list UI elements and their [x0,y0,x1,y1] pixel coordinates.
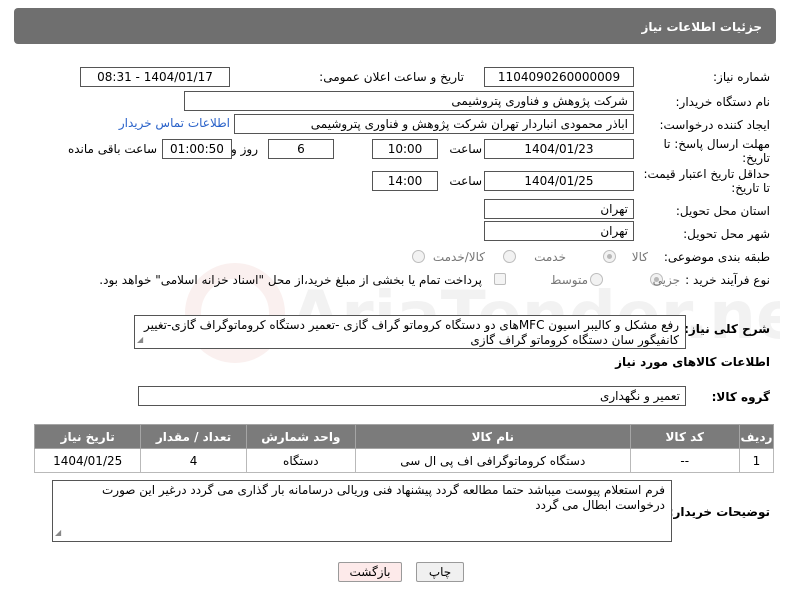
category-radio-goods[interactable] [603,250,616,263]
buyer-org-label: نام دستگاه خریدار: [675,95,771,109]
treasury-payment-note: پرداخت تمام یا بخشی از مبلغ خرید،از محل … [99,273,482,287]
price-validity-date-field: 1404/01/25 [484,171,634,191]
cell-name: دستگاه کروماتوگرافی اف پی ال سی [355,448,631,473]
description-label: شرح کلی نیاز: [684,322,770,336]
announce-date-label: تاریخ و ساعت اعلان عمومی: [319,70,464,84]
col-unit: واحد شمارش [245,424,357,449]
category-radio-both[interactable] [412,250,425,263]
cell-row: 1 [738,448,775,473]
purchase-option-medium: متوسط [550,273,588,287]
announce-date-field: 1404/01/17 - 08:31 [80,67,230,87]
reply-deadline-label-2: تاریخ: [742,151,770,165]
delivery-city-label: شهر محل تحویل: [683,227,770,241]
col-quantity: تعداد / مقدار [140,424,247,449]
category-option-service: خدمت [534,250,566,264]
buyer-notes-label: توضیحات خریدار: [668,505,770,519]
reply-time-label: ساعت [449,142,482,156]
col-need-date: تاریخ نیاز [33,424,142,449]
description-textarea: رفع مشکل و کالیبر اسیون MFCهای دو دستگاه… [134,315,686,349]
price-validity-time-field: 14:00 [372,171,438,191]
remaining-time-field: 01:00:50 [162,139,232,159]
need-number-label: شماره نیاز: [713,70,770,84]
col-name: نام کالا [355,424,631,449]
buyer-notes-textarea: فرم استعلام پیوست میباشد حتما مطالعه گرد… [52,480,672,542]
cell-need-date: 1404/01/25 [33,448,142,473]
price-validity-time-label: ساعت [449,174,482,188]
price-validity-label: حداقل تاریخ اعتبار قیمت: [643,167,770,181]
resize-grip-icon: ◢ [55,528,62,537]
print-button[interactable]: چاپ [416,562,464,582]
delivery-province-label: استان محل تحویل: [675,204,770,218]
goods-section-title: اطلاعات کالاهای مورد نیاز [615,355,770,369]
buyer-notes-text: فرم استعلام پیوست میباشد حتما مطالعه گرد… [101,483,665,512]
table-row: 1 -- دستگاه کروماتوگرافی اف پی ال سی دست… [33,448,775,473]
purchase-type-label: نوع فرآیند خرید : [685,273,770,287]
purchase-option-minor: جزیی [652,273,680,287]
table-header-row: ردیف کد کالا نام کالا واحد شمارش تعداد /… [33,424,775,449]
reply-deadline-label: مهلت ارسال پاسخ: تا [663,137,770,151]
reply-date-field: 1404/01/23 [484,139,634,159]
requester-field: اباذر محمودی انباردار تهران شرکت پژوهش و… [234,114,634,134]
category-option-both: کالا/خدمت [432,250,485,264]
description-text: رفع مشکل و کالیبر اسیون MFCهای دو دستگاه… [143,318,679,347]
category-option-goods: کالا [631,250,648,264]
need-number-field: 1104090260000009 [484,67,634,87]
goods-group-field: تعمیر و نگهداری [138,386,686,406]
requester-label: ایجاد کننده درخواست: [659,118,770,132]
resize-grip-icon: ◢ [137,335,144,344]
reply-time-field: 10:00 [372,139,438,159]
header-panel: جزئیات اطلاعات نیاز [14,8,776,44]
page-title: جزئیات اطلاعات نیاز [641,20,762,34]
items-table: ردیف کد کالا نام کالا واحد شمارش تعداد /… [33,424,775,473]
col-row: ردیف [738,424,775,449]
delivery-province-field: تهران [484,199,634,219]
cell-unit: دستگاه [245,448,357,473]
buyer-org-field: شرکت پژوهش و فناوری پتروشیمی [184,91,634,111]
price-validity-label-2: تا تاریخ: [731,181,770,195]
delivery-city-field: تهران [484,221,634,241]
days-field: 6 [268,139,334,159]
category-radio-service[interactable] [503,250,516,263]
col-code: کد کالا [629,424,740,449]
back-button[interactable]: بازگشت [338,562,402,582]
goods-group-label: گروه کالا: [711,390,770,404]
cell-code: -- [629,448,740,473]
remaining-time-label: ساعت باقی مانده [67,142,157,156]
days-label: روز و [231,142,258,156]
cell-quantity: 4 [140,448,247,473]
buyer-contact-link[interactable]: اطلاعات تماس خریدار [119,116,230,130]
category-label: طبقه بندی موضوعی: [663,250,770,264]
treasury-payment-checkbox[interactable] [494,273,506,285]
purchase-radio-medium[interactable] [590,273,603,286]
